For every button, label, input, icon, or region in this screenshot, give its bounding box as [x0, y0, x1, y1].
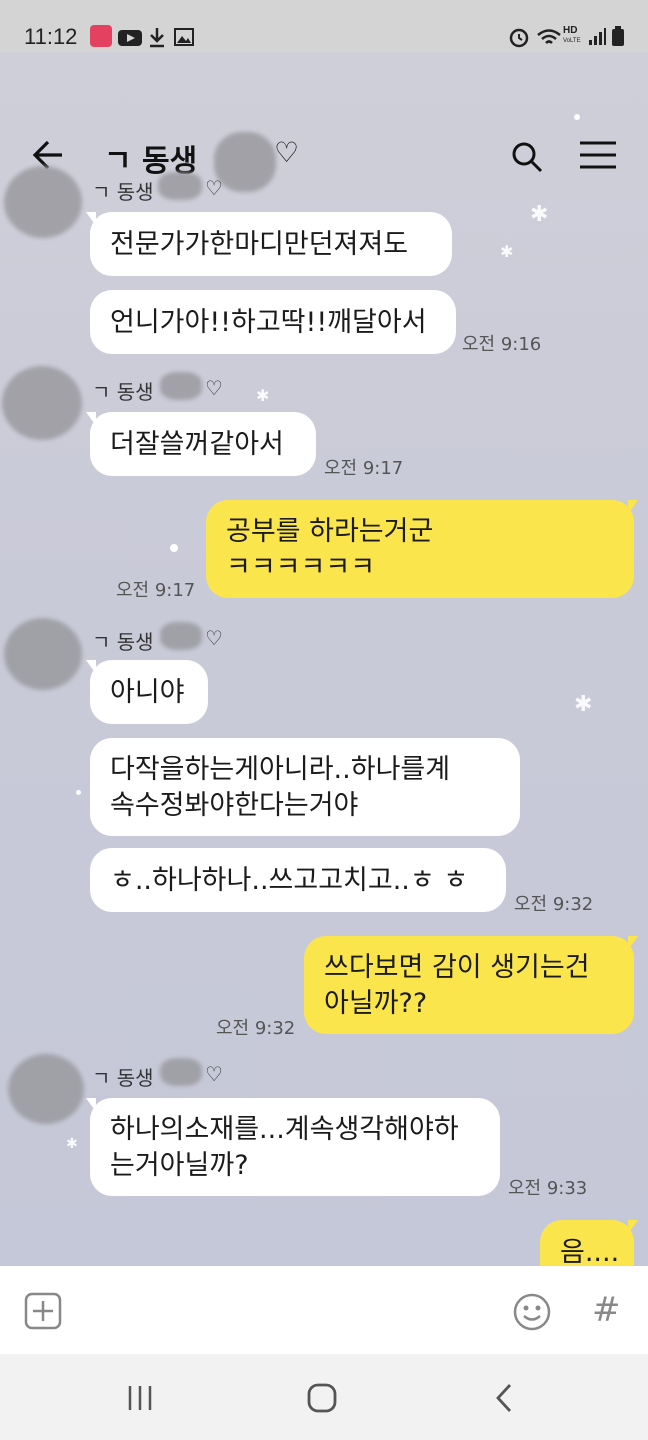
avatar[interactable]: [4, 166, 82, 238]
wifi-icon: [537, 29, 561, 44]
sender-name: ㄱ 동생: [92, 180, 154, 204]
system-navigation-bar: [0, 1354, 648, 1440]
message-time: 오전 9:32: [514, 894, 594, 915]
redacted-name-blur: [160, 1058, 202, 1086]
sender-name: ㄱ 동생: [92, 380, 154, 404]
message-line: 는거아닐까?: [110, 1150, 249, 1181]
redacted-name-blur: [160, 372, 202, 400]
message-line: 쓰다보면 감이 생기는건: [324, 952, 590, 983]
message-line: ㅋㅋㅋㅋㅋㅋ: [226, 552, 376, 583]
battery-icon: [612, 26, 624, 46]
message-bubble[interactable]: 더잘쓸꺼같아서: [90, 412, 316, 476]
home-icon[interactable]: [306, 1382, 338, 1414]
snowflake-decoration: ✱: [574, 692, 593, 717]
avatar[interactable]: [8, 1054, 84, 1124]
heart-icon: ♡: [205, 176, 223, 200]
snowflake-decoration: ✱: [500, 242, 514, 261]
add-attachment-icon[interactable]: [24, 1292, 62, 1330]
status-time: 11:12: [24, 24, 78, 49]
download-icon: [150, 28, 164, 48]
signal-icon: [589, 28, 606, 45]
heart-icon: ♡: [205, 626, 223, 650]
redacted-name-blur: [160, 622, 202, 650]
message-line: 속수정봐야한다는거야: [110, 790, 359, 821]
chat-header: ㄱ 동생 ♡: [0, 52, 648, 192]
my-message-bubble[interactable]: 공부를 하라는거군 ㅋㅋㅋㅋㅋㅋ: [206, 500, 634, 598]
back-nav-icon[interactable]: [492, 1382, 516, 1414]
message-time: 오전 9:33: [508, 1178, 588, 1199]
message-line: 아닐까??: [324, 988, 428, 1019]
avatar[interactable]: [4, 618, 82, 690]
recent-apps-icon[interactable]: [126, 1384, 154, 1412]
message-bubble[interactable]: 하나의소재를...계속생각해야하 는거아닐까?: [90, 1098, 500, 1196]
snowflake-decoration: ✱: [66, 1136, 78, 1152]
voice-label: VoLTE: [563, 38, 581, 44]
message-line: 하나의소재를...계속생각해야하: [110, 1114, 459, 1145]
message-time: 오전 9:16: [462, 334, 542, 355]
gallery-icon: [174, 28, 194, 46]
calendar-app-icon: [90, 25, 112, 47]
message-input-bar: #: [0, 1266, 648, 1354]
message-bubble[interactable]: ㅎ..하나하나..쓰고고치고..ㅎ ㅎ: [90, 848, 506, 912]
avatar[interactable]: [2, 366, 82, 440]
snow-dot: [76, 790, 81, 795]
snow-dot: [170, 544, 178, 552]
heart-icon: ♡: [205, 376, 223, 400]
my-message-bubble[interactable]: 쓰다보면 감이 생기는건 아닐까??: [304, 936, 634, 1034]
youtube-icon: [118, 30, 142, 46]
search-icon[interactable]: [510, 140, 544, 174]
message-time: 오전 9:32: [216, 1018, 296, 1039]
emoticon-icon[interactable]: [512, 1292, 552, 1332]
message-bubble[interactable]: 다작을하는게아니라..하나를계 속수정봐야한다는거야: [90, 738, 520, 836]
sender-name: ㄱ 동생: [92, 1066, 154, 1090]
sender-name: ㄱ 동생: [92, 630, 154, 654]
hashtag-search-button[interactable]: #: [592, 1290, 621, 1330]
snowflake-decoration: ✱: [256, 386, 270, 405]
message-bubble[interactable]: 아니야: [90, 660, 208, 724]
heart-icon: ♡: [274, 136, 300, 169]
alarm-icon: [509, 28, 529, 48]
message-time: 오전 9:17: [116, 580, 196, 601]
redacted-name-blur: [214, 132, 276, 192]
message-bubble[interactable]: 전문가가한마디만던져져도: [90, 212, 452, 276]
status-bar: 11:12 HD VoLTE: [0, 0, 648, 52]
heart-icon: ♡: [205, 1062, 223, 1086]
redacted-name-blur: [158, 172, 202, 200]
message-line: 다작을하는게아니라..하나를계: [110, 754, 451, 785]
snowflake-decoration: ✱: [530, 202, 549, 227]
hd-label: HD: [563, 25, 578, 36]
message-bubble[interactable]: 언니가아!!하고딱!!깨달아서: [90, 290, 456, 354]
message-time: 오전 9:17: [324, 458, 404, 479]
message-line: 공부를 하라는거군: [226, 516, 434, 547]
menu-icon[interactable]: [578, 140, 618, 170]
